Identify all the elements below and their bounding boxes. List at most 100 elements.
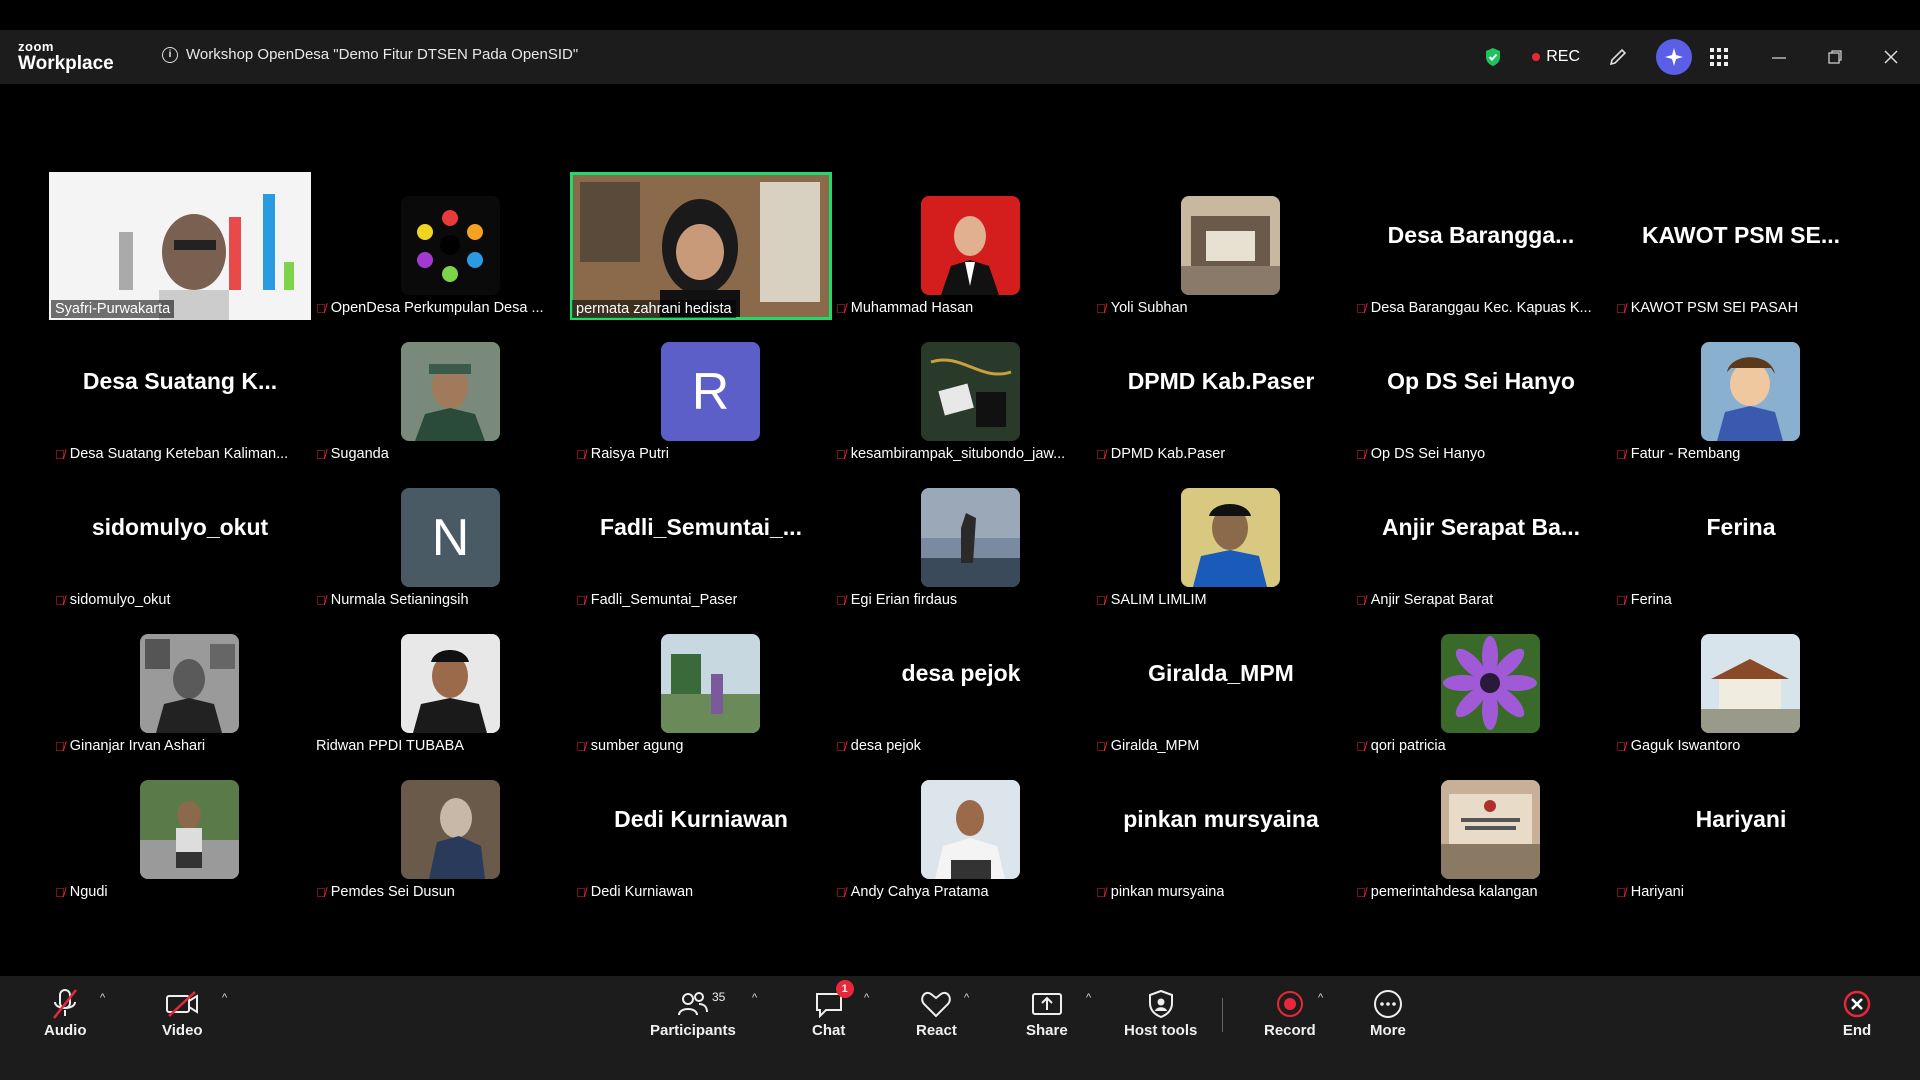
participants-options-chevron-icon[interactable]: ^	[752, 992, 757, 1004]
participant-tile-active-speaker[interactable]: permata zahrani hedista	[570, 172, 832, 320]
participant-tile[interactable]: Desa Suatang K... 🎙̸ Desa Suatang Keteban…	[49, 318, 311, 466]
end-meeting-button[interactable]: End	[1842, 986, 1872, 1039]
host-tools-button[interactable]: Host tools	[1124, 986, 1197, 1039]
video-label: Video	[162, 1022, 203, 1039]
gallery-view: Syafri-Purwakarta 🎙̸ OpenDesa Perkumpulan…	[0, 84, 1920, 976]
recording-indicator[interactable]: REC	[1532, 48, 1580, 66]
participant-tile[interactable]: Hariyani 🎙̸ Hariyani	[1610, 756, 1872, 904]
audio-options-chevron-icon[interactable]: ^	[100, 992, 105, 1004]
participant-tile[interactable]: 🎙̸ OpenDesa Perkumpulan Desa ...	[310, 172, 572, 320]
participant-tile[interactable]: Ridwan PPDI TUBABA	[310, 610, 572, 758]
participant-display-name: Giralda_MPM	[1148, 660, 1294, 686]
more-button[interactable]: More	[1370, 986, 1406, 1039]
muted-mic-icon: 🎙̸	[1616, 446, 1626, 462]
restore-icon[interactable]	[1828, 50, 1842, 64]
participant-count: 35	[711, 990, 726, 1004]
participant-tile[interactable]: N 🎙̸ Nurmala Setianingsih	[310, 464, 572, 612]
participant-display-name: Ferina	[1706, 514, 1776, 540]
participant-tile[interactable]: Ferina 🎙̸ Ferina	[1610, 464, 1872, 612]
participant-tile[interactable]: Dedi Kurniawan 🎙̸ Dedi Kurniawan	[570, 756, 832, 904]
profile-photo	[401, 780, 500, 879]
muted-mic-icon: 🎙̸	[836, 738, 846, 754]
meeting-info[interactable]: i Workshop OpenDesa "Demo Fitur DTSEN Pa…	[162, 46, 578, 63]
participant-tile[interactable]: DPMD Kab.Paser 🎙̸ DPMD Kab.Paser	[1090, 318, 1352, 466]
share-options-chevron-icon[interactable]: ^	[1086, 992, 1091, 1004]
react-button[interactable]: React	[916, 986, 957, 1039]
participant-tile[interactable]: 🎙̸ Yoli Subhan	[1090, 172, 1352, 320]
participant-name: 🎙̸ Suganda	[316, 446, 389, 462]
brand-bottom: Workplace	[18, 53, 114, 74]
participant-tile[interactable]: 🎙̸ SALIM LIMLIM	[1090, 464, 1352, 612]
participant-tile[interactable]: 🎙̸ Egi Erian firdaus	[830, 464, 1092, 612]
minimize-icon[interactable]	[1772, 50, 1786, 64]
participant-name: 🎙̸ Muhammad Hasan	[836, 300, 974, 316]
profile-photo	[661, 634, 760, 733]
participant-tile[interactable]: 🎙̸ kesambirampak_situbondo_jaw...	[830, 318, 1092, 466]
participant-tile[interactable]: 🎙̸ Muhammad Hasan	[830, 172, 1092, 320]
muted-mic-icon: 🎙̸	[1096, 446, 1106, 462]
participant-tile[interactable]: 🎙̸ pemerintahdesa kalangan	[1350, 756, 1612, 904]
participant-tile[interactable]: 🎙̸ Suganda	[310, 318, 572, 466]
profile-photo	[921, 488, 1020, 587]
more-label: More	[1370, 1022, 1406, 1039]
share-button[interactable]: Share	[1026, 986, 1068, 1039]
participant-tile[interactable]: R 🎙̸ Raisya Putri	[570, 318, 832, 466]
participants-icon: 35	[677, 986, 725, 1022]
participant-tile[interactable]: Fadli_Semuntai_... 🎙̸ Fadli_Semuntai_Pase…	[570, 464, 832, 612]
participant-tile[interactable]: 🎙̸ qori patricia	[1350, 610, 1612, 758]
audio-button[interactable]: Audio	[44, 986, 87, 1039]
participant-tile[interactable]: pinkan mursyaina 🎙̸ pinkan mursyaina	[1090, 756, 1352, 904]
info-icon[interactable]: i	[162, 46, 178, 63]
participant-tile[interactable]: 🎙̸ Gaguk Iswantoro	[1610, 610, 1872, 758]
participant-name: 🎙̸ Ngudi	[55, 884, 108, 900]
video-button[interactable]: Video	[162, 986, 203, 1039]
muted-mic-icon: 🎙̸	[1616, 592, 1626, 608]
profile-photo	[140, 634, 239, 733]
participant-tile[interactable]: KAWOT PSM SE... 🎙̸ KAWOT PSM SEI PASAH	[1610, 172, 1872, 320]
participant-tile[interactable]: Desa Barangga... 🎙̸ Desa Baranggau Kec. K…	[1350, 172, 1612, 320]
participant-display-name: Fadli_Semuntai_...	[600, 514, 802, 540]
participant-tile[interactable]: 🎙̸ Ngudi	[49, 756, 311, 904]
muted-mic-icon: 🎙̸	[1356, 738, 1366, 754]
react-options-chevron-icon[interactable]: ^	[964, 992, 969, 1004]
muted-mic-icon: 🎙̸	[1096, 592, 1106, 608]
participant-name: 🎙̸ qori patricia	[1356, 738, 1446, 754]
participant-name: 🎙̸ Ginanjar Irvan Ashari	[55, 738, 206, 754]
participant-tile[interactable]: 🎙̸ Pemdes Sei Dusun	[310, 756, 572, 904]
chat-button[interactable]: 1 Chat	[812, 980, 854, 1039]
participant-tile[interactable]: Anjir Serapat Ba... 🎙̸ Anjir Serapat Bara…	[1350, 464, 1612, 612]
end-icon	[1842, 986, 1872, 1022]
muted-mic-icon: 🎙̸	[316, 300, 326, 316]
participant-name: 🎙̸ Nurmala Setianingsih	[316, 592, 469, 608]
record-label: Record	[1264, 1022, 1316, 1039]
participant-tile[interactable]: 🎙̸ Andy Cahya Pratama	[830, 756, 1092, 904]
participant-tile[interactable]: Giralda_MPM 🎙̸ Giralda_MPM	[1090, 610, 1352, 758]
pencil-icon[interactable]	[1608, 47, 1628, 67]
rec-label: REC	[1546, 48, 1580, 65]
chat-options-chevron-icon[interactable]: ^	[864, 992, 869, 1004]
record-options-chevron-icon[interactable]: ^	[1318, 992, 1323, 1004]
record-button[interactable]: Record	[1264, 986, 1316, 1039]
video-options-chevron-icon[interactable]: ^	[222, 992, 227, 1004]
host-tools-label: Host tools	[1124, 1022, 1198, 1039]
participant-tile[interactable]: sidomulyo_okut 🎙̸ sidomulyo_okut	[49, 464, 311, 612]
muted-mic-icon: 🎙̸	[836, 884, 846, 900]
participant-tile[interactable]: Syafri-Purwakarta	[49, 172, 311, 320]
participant-tile[interactable]: Op DS Sei Hanyo 🎙̸ Op DS Sei Hanyo	[1350, 318, 1612, 466]
close-icon[interactable]	[1884, 50, 1898, 64]
muted-mic-icon: 🎙̸	[55, 884, 65, 900]
participant-tile[interactable]: 🎙̸ Fatur - Rembang	[1610, 318, 1872, 466]
participant-name: 🎙̸ Pemdes Sei Dusun	[316, 884, 455, 900]
shield-icon[interactable]	[1484, 47, 1502, 67]
participant-tile[interactable]: 🎙̸ Ginanjar Irvan Ashari	[49, 610, 311, 758]
muted-mic-icon: 🎙̸	[1356, 300, 1366, 316]
ai-companion-icon[interactable]	[1656, 39, 1692, 75]
apps-grid-icon[interactable]	[1710, 48, 1728, 66]
participant-tile[interactable]: desa pejok 🎙̸ desa pejok	[830, 610, 1092, 758]
participants-button[interactable]: 35 Participants	[650, 986, 736, 1039]
participant-name: 🎙̸ Raisya Putri	[576, 446, 669, 462]
participant-tile[interactable]: 🎙̸ sumber agung	[570, 610, 832, 758]
participant-name: 🎙̸ Fadli_Semuntai_Paser	[576, 592, 738, 608]
muted-mic-icon: 🎙̸	[1356, 592, 1366, 608]
video-feed	[49, 172, 311, 320]
